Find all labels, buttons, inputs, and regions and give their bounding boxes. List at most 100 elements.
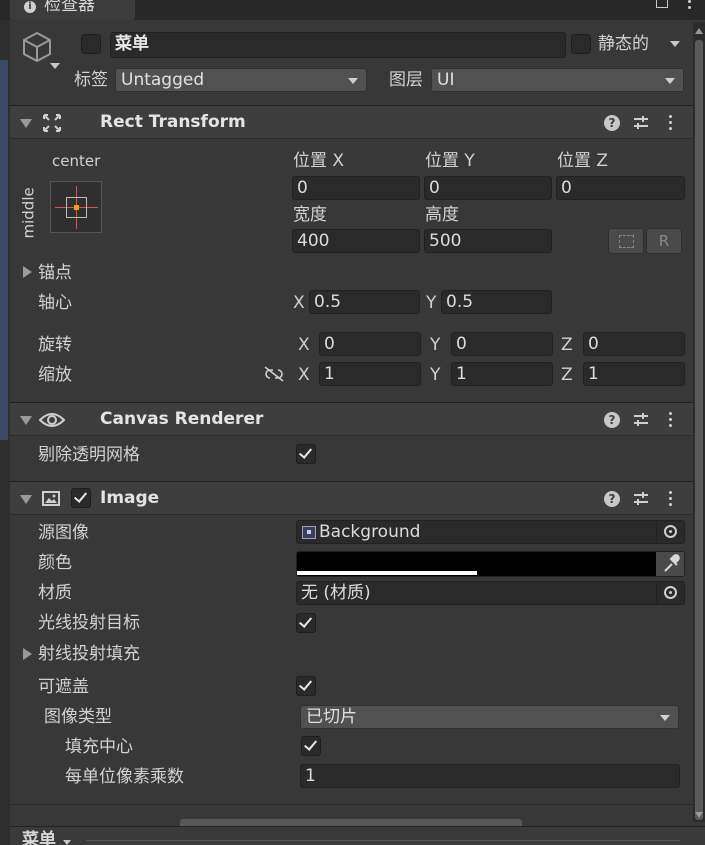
rot-y-axis: Y [430,335,441,355]
constrain-proportions-icon[interactable] [263,365,285,388]
anchor-dot [74,205,79,210]
preview-dropdown-arrow[interactable] [63,840,71,845]
image-enabled-checkbox[interactable] [71,488,91,508]
icon-dropdown-arrow[interactable] [50,63,60,69]
object-picker-icon[interactable] [656,521,684,543]
window-kebab-icon[interactable] [688,0,692,10]
rot-y-field[interactable]: 0 [451,332,553,356]
scale-y-field[interactable]: 1 [451,362,553,386]
material-field[interactable]: 无 (材质) [296,581,685,605]
scrollbar-thumb[interactable] [695,40,703,820]
foldout-open-icon[interactable] [20,495,32,504]
picker-dot [669,530,672,533]
component-menu-icon[interactable] [669,491,673,507]
maskable-checkbox[interactable] [296,676,316,696]
sprite-icon-dot [307,530,311,534]
scale-label: 缩放 [38,365,72,385]
scrollbar-track[interactable] [693,22,705,822]
tab-menu-icon[interactable] [656,0,668,8]
raw-edit-label: R [658,232,670,250]
rot-x-field[interactable]: 0 [319,332,421,356]
image-component-icon [40,489,62,512]
pos-z-label: 位置 Z [557,151,609,171]
help-icon[interactable]: ? [604,115,620,131]
rotation-label: 旋转 [38,335,72,355]
image-type-value: 已切片 [306,707,357,727]
preview-label[interactable]: 菜单 [22,832,56,845]
help-icon[interactable]: ? [604,412,620,428]
tag-dropdown[interactable]: Untagged [115,68,367,92]
scale-x-axis: X [298,365,310,385]
material-label: 材质 [38,583,72,603]
pivot-y-field[interactable]: 0.5 [441,290,552,314]
width-field[interactable]: 400 [292,229,420,253]
presets-icon[interactable] [632,114,650,135]
static-checkbox[interactable] [571,34,591,54]
rect-transform-icon [42,113,62,136]
source-image-value: Background [319,522,421,542]
raw-edit-button[interactable]: R [646,228,682,254]
layer-label: 图层 [389,70,423,90]
fill-center-checkbox[interactable] [301,736,321,756]
name-field[interactable]: 菜单 [110,32,566,58]
rect-transform-title: Rect Transform [100,112,246,132]
checkmark-icon [298,445,313,459]
rot-z-field[interactable]: 0 [583,332,685,356]
static-dropdown-arrow[interactable] [670,41,680,47]
pos-x-field[interactable]: 0 [292,176,420,200]
checkmark-icon [73,489,88,503]
gameobject-cube-icon [20,30,54,69]
scale-x-field[interactable]: 1 [319,362,421,386]
scroll-down-icon[interactable] [695,812,703,818]
object-picker-icon[interactable] [656,582,684,604]
bottom-divider [10,804,693,805]
anchors-label[interactable]: 锚点 [38,265,72,282]
anchors-foldout-icon[interactable] [23,266,32,278]
eyedropper-icon [664,554,680,572]
anchor-vertical-label: middle [19,187,38,239]
pos-z-field[interactable]: 0 [556,176,685,200]
preview-separator [86,840,680,841]
image-type-dropdown[interactable]: 已切片 [300,705,679,729]
inspector-tab[interactable]: i 检查器 [10,0,135,20]
sprite-icon [302,526,316,539]
width-label: 宽度 [293,205,327,225]
presets-icon[interactable] [632,411,650,432]
cull-checkbox[interactable] [296,444,316,464]
component-menu-icon[interactable] [669,412,673,428]
height-field[interactable]: 500 [424,229,552,253]
preview-bar [10,826,705,845]
scale-z-axis: Z [561,365,573,385]
ppu-field[interactable]: 1 [300,764,680,788]
canvas-renderer-header[interactable]: Canvas Renderer ? [10,402,693,436]
pivot-x-field[interactable]: 0.5 [309,290,420,314]
image-title: Image [100,488,160,508]
rect-transform-header[interactable]: Rect Transform ? [10,105,693,139]
raycast-padding-label[interactable]: 射线投射填充 [38,646,140,663]
source-image-field[interactable]: Background [296,520,685,544]
raycast-padding-foldout-icon[interactable] [23,648,32,660]
help-icon[interactable]: ? [604,491,620,507]
layer-dropdown[interactable]: UI [431,68,684,92]
presets-icon[interactable] [632,490,650,511]
pos-y-field[interactable]: 0 [424,176,552,200]
pivot-y-axis: Y [426,293,437,313]
checkmark-icon [303,737,318,751]
maskable-label: 可遮盖 [38,677,89,697]
rot-z-axis: Z [561,335,573,355]
image-header[interactable]: Image ? [10,481,693,515]
foldout-open-icon[interactable] [20,416,32,425]
eyedropper-button[interactable] [656,552,684,576]
foldout-open-icon[interactable] [20,119,32,128]
raycast-target-checkbox[interactable] [296,613,316,633]
picker-dot [669,591,672,594]
component-menu-icon[interactable] [669,115,673,131]
image-type-label: 图像类型 [44,707,112,727]
active-checkbox[interactable] [81,34,101,54]
scale-z-field[interactable]: 1 [583,362,685,386]
blueprint-mode-button[interactable] [608,228,644,254]
color-field[interactable] [296,551,685,577]
scroll-up-icon[interactable] [695,28,703,34]
anchor-presets-button[interactable] [50,181,102,233]
rot-x-axis: X [298,335,310,355]
